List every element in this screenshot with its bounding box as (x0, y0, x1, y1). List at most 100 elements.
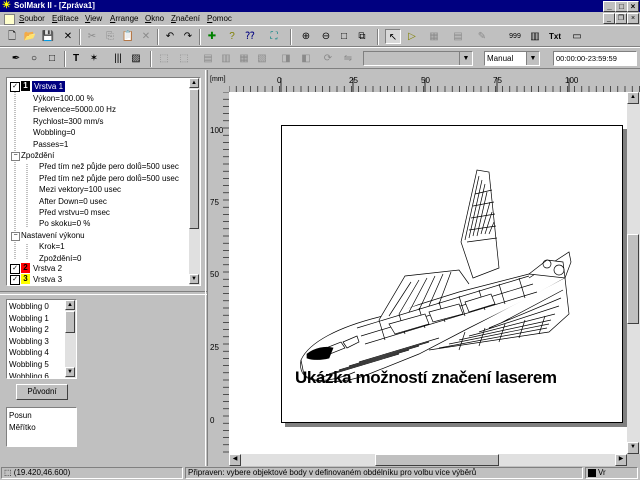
align-left-icon[interactable]: ▤ (200, 51, 216, 66)
to-front-icon[interactable]: ◨ (278, 51, 294, 66)
barcode-icon[interactable]: ▥ (527, 29, 543, 44)
drawing-canvas[interactable]: Ukázka možností značení laserem (229, 92, 627, 454)
node-edit-icon[interactable]: ▷ (404, 29, 420, 44)
tree-scrollbar[interactable]: ▲ ▼ (189, 78, 200, 285)
menu-pomoc[interactable]: Pomoc (205, 13, 234, 24)
help-icon[interactable]: ? (224, 29, 240, 44)
zoom-out-icon[interactable]: ⊖ (318, 29, 334, 44)
ungroup-icon[interactable]: ⬚ (176, 51, 192, 66)
scroll-up-icon[interactable]: ▲ (65, 300, 75, 310)
collapse-icon[interactable]: − (11, 231, 20, 241)
tree-item[interactable]: Po skoku=0 % (39, 218, 90, 229)
scroll-thumb[interactable] (627, 234, 639, 324)
transform-list[interactable]: Posun Měřítko (6, 407, 77, 447)
grid-icon[interactable]: ▦ (426, 29, 442, 44)
tree-item[interactable]: Krok=1 (39, 241, 65, 252)
menu-arrange[interactable]: Arrange (108, 13, 140, 24)
scroll-up-icon[interactable]: ▲ (189, 78, 199, 88)
scroll-up-icon[interactable]: ▲ (627, 92, 639, 104)
canvas-hscrollbar[interactable]: ◀ ▶ (229, 454, 627, 466)
wobbling-list[interactable]: Wobbling 0 Wobbling 1 Wobbling 2 Wobbling 3… (6, 299, 77, 379)
mdi-restore-button[interactable]: ❐ (615, 13, 627, 24)
transform-meritko[interactable]: Měřítko (9, 422, 36, 433)
scroll-down-icon[interactable]: ▼ (65, 367, 75, 377)
context-help-icon[interactable]: ⁇ (242, 29, 258, 44)
tree-item[interactable]: Před vrstvu=0 msec (39, 207, 110, 218)
vertical-splitter[interactable] (205, 70, 208, 466)
scroll-thumb[interactable] (65, 311, 75, 333)
text-txt-icon[interactable]: Txt (547, 29, 563, 44)
layer1-label[interactable]: Vrstva 1 (32, 81, 66, 92)
layer3-checkbox[interactable]: ✓ (10, 275, 20, 285)
wobbling-item[interactable]: Wobbling 6 (9, 371, 49, 378)
mdi-minimize-button[interactable]: _ (603, 13, 615, 24)
scroll-left-icon[interactable]: ◀ (229, 454, 241, 466)
pen-icon[interactable]: ✒ (8, 51, 24, 66)
layer3-label[interactable]: Vrstva 3 (33, 274, 62, 285)
ellipse-icon[interactable]: ○ (26, 51, 42, 66)
close-button[interactable]: × (627, 1, 639, 12)
tree-item[interactable]: Wobbling=0 (33, 127, 75, 138)
paste-icon[interactable]: 📋 (120, 29, 136, 44)
align-top-icon[interactable]: ▧ (254, 51, 270, 66)
wobbling-scrollbar[interactable]: ▲ ▼ (65, 300, 76, 378)
wobbling-item[interactable]: Wobbling 5 (9, 359, 49, 370)
clear-icon[interactable]: ✕ (138, 29, 154, 44)
document-icon[interactable] (4, 14, 15, 25)
menu-editace[interactable]: Editace (50, 13, 81, 24)
tree-item[interactable]: After Down=0 usec (39, 196, 107, 207)
delete-icon[interactable]: ✕ (60, 29, 76, 44)
scroll-thumb[interactable] (189, 89, 199, 229)
tree-item[interactable]: Passes=1 (33, 139, 68, 150)
menu-soubor[interactable]: Soubor (17, 13, 47, 24)
cut-icon[interactable]: ✂ (84, 29, 100, 44)
collapse-icon[interactable]: − (11, 152, 20, 161)
canvas-vscrollbar[interactable]: ▲ ▼ (627, 92, 640, 454)
mirror-icon[interactable]: ⇋ (340, 51, 356, 66)
wobbling-item[interactable]: Wobbling 4 (9, 347, 49, 358)
laser-icon[interactable]: ⛶ (266, 29, 282, 44)
wobbling-item[interactable]: Wobbling 0 (9, 301, 49, 312)
edit-disabled-icon[interactable]: ✎ (474, 29, 490, 44)
chevron-down-icon[interactable]: ▼ (526, 52, 539, 65)
tree-item[interactable]: Zpoždění=0 (39, 253, 81, 264)
new-icon[interactable]: 🗋 (4, 29, 20, 44)
zoom-objects-icon[interactable]: ⧉ (354, 29, 370, 44)
menu-znaceni[interactable]: Značení (169, 13, 202, 24)
counter-999-icon[interactable]: 999 (505, 29, 525, 44)
save-icon[interactable]: 💾 (40, 29, 56, 44)
tree-item[interactable]: Výkon=100.00 % (33, 93, 94, 104)
page-icon[interactable]: ▭ (569, 29, 585, 44)
star-icon[interactable]: ✶ (86, 51, 102, 66)
tree-item[interactable]: Před tím než půjde pero dolů=500 usec (39, 173, 179, 184)
open-icon[interactable]: 📂 (22, 29, 38, 44)
redo-icon[interactable]: ↷ (180, 29, 196, 44)
layer2-label[interactable]: Vrstva 2 (33, 263, 62, 274)
copy-icon[interactable]: ⎘ (102, 29, 118, 44)
menu-okno[interactable]: Okno (143, 13, 166, 24)
align-right-icon[interactable]: ▦ (236, 51, 252, 66)
chevron-down-icon[interactable]: ▼ (459, 52, 472, 65)
transform-posun[interactable]: Posun (9, 410, 32, 421)
scroll-right-icon[interactable]: ▶ (615, 454, 627, 466)
bitmap-icon[interactable]: ▨ (128, 51, 144, 66)
layer2-checkbox[interactable]: ✓ (10, 264, 20, 274)
tree-item[interactable]: Zpoždění (21, 150, 54, 161)
menu-view[interactable]: View (83, 13, 104, 24)
tree-item[interactable]: Mezi vektory=100 usec (39, 184, 121, 195)
mode-combo[interactable]: Manual ▼ (484, 51, 540, 66)
tree-item[interactable]: Frekvence=5000.00 Hz (33, 104, 116, 115)
scroll-thumb[interactable] (375, 454, 499, 466)
panel-divider[interactable] (0, 291, 207, 295)
wobbling-item[interactable]: Wobbling 2 (9, 324, 49, 335)
wobbling-item[interactable]: Wobbling 3 (9, 336, 49, 347)
barcode-tool-icon[interactable]: ||| (110, 51, 126, 66)
align-center-icon[interactable]: ▥ (218, 51, 234, 66)
select-arrow-icon[interactable]: ↖ (385, 29, 401, 44)
layer1-checkbox[interactable]: ✓ (10, 82, 20, 92)
table-icon[interactable]: ▤ (450, 29, 466, 44)
undo-icon[interactable]: ↶ (162, 29, 178, 44)
zoom-page-icon[interactable]: □ (336, 29, 352, 44)
puvodni-button[interactable]: Původní (16, 384, 68, 400)
rotate-icon[interactable]: ⟳ (320, 51, 336, 66)
